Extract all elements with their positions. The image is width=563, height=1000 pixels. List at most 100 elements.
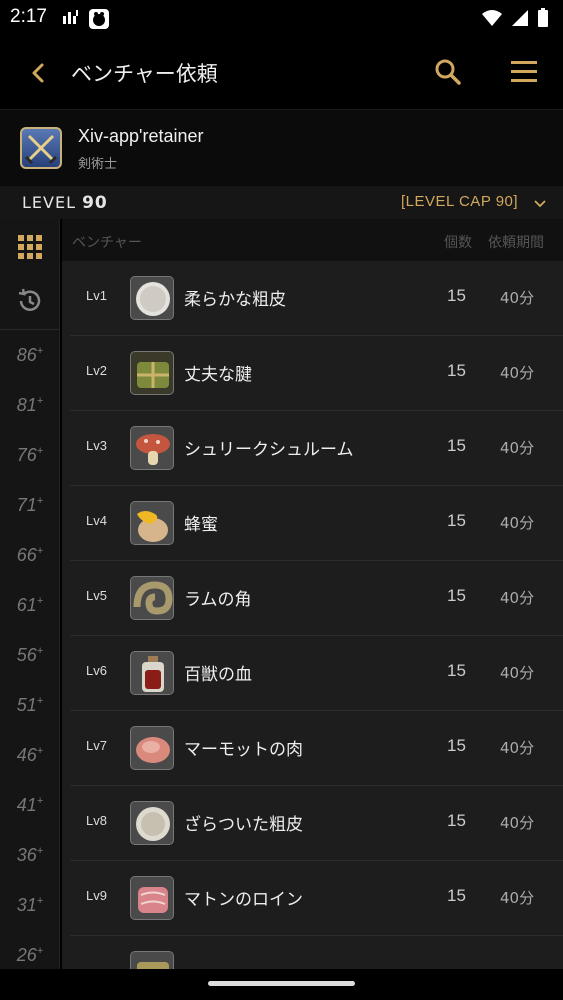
list-item[interactable]: Lv3 シュリークシュルーム 15 40分 <box>70 411 563 486</box>
item-name: 蜂蜜 <box>184 515 218 535</box>
list-item[interactable]: Lv8 ざらついた粗皮 15 40分 <box>70 786 563 861</box>
status-time: 2:17 <box>10 6 47 27</box>
status-left-icons <box>62 8 110 30</box>
meat-icon <box>130 726 174 770</box>
item-name: ラムの角 <box>184 590 252 610</box>
history-icon[interactable] <box>16 287 44 315</box>
item-duration: 40分 <box>500 589 535 607</box>
list-item[interactable]: Lv9 マトンのロイン 15 40分 <box>70 861 563 936</box>
item-level: Lv1 <box>86 288 107 303</box>
level-filter-56[interactable]: 56+ <box>0 645 60 695</box>
item-duration: 40分 <box>500 664 535 682</box>
signal-bars-icon <box>63 10 78 24</box>
item-quantity: 15 <box>447 661 466 680</box>
item-name: マトンのロイン <box>184 890 303 910</box>
back-arrow-icon[interactable] <box>24 58 54 88</box>
battery-icon <box>538 8 548 27</box>
chevron-down-icon[interactable] <box>532 196 548 212</box>
gladiator-job-icon <box>20 127 62 169</box>
item-quantity: 15 <box>447 736 466 755</box>
item-duration: 40分 <box>500 364 535 382</box>
level-bar[interactable]: LEVEL 90 [LEVEL CAP 90] <box>0 186 563 219</box>
item-duration: 40分 <box>500 739 535 757</box>
header-count: 個数 <box>444 235 472 251</box>
level-filter-46[interactable]: 46+ <box>0 745 60 795</box>
page-title: ベンチャー依頼 <box>71 62 218 86</box>
cell-signal-icon <box>512 10 528 26</box>
item-level: Lv2 <box>86 363 107 378</box>
grid-icon[interactable] <box>18 235 42 259</box>
item-quantity: 15 <box>447 811 466 830</box>
list-item[interactable]: Lv2 丈夫な腱 15 40分 <box>70 336 563 411</box>
level-value: 90 <box>82 193 108 213</box>
list-item[interactable]: Lv1 柔らかな粗皮 15 40分 <box>70 261 563 336</box>
item-duration: 40分 <box>500 514 535 532</box>
system-nav-bar <box>0 969 563 1000</box>
level-filter-41[interactable]: 41+ <box>0 795 60 845</box>
mushroom-icon <box>130 426 174 470</box>
list-item[interactable] <box>70 936 563 969</box>
item-level: Lv5 <box>86 588 107 603</box>
level-filter-51[interactable]: 51+ <box>0 695 60 745</box>
list-item[interactable]: Lv5 ラムの角 15 40分 <box>70 561 563 636</box>
level-display: LEVEL 90 <box>22 193 108 213</box>
hamburger-menu-icon[interactable] <box>508 56 540 88</box>
item-name: ざらついた粗皮 <box>184 815 303 835</box>
item-quantity: 15 <box>447 586 466 605</box>
mutton-loin-icon <box>130 876 174 920</box>
item-name: 柔らかな粗皮 <box>184 290 286 310</box>
item-quantity: 15 <box>447 511 466 530</box>
item-name: 丈夫な腱 <box>184 365 252 385</box>
item-level: Lv3 <box>86 438 107 453</box>
item-quantity: 15 <box>447 286 466 305</box>
retainer-header[interactable]: Xiv-app'retainer 剣術士 <box>0 110 563 186</box>
item-name: マーモットの肉 <box>184 740 303 760</box>
app-bar: ベンチャー依頼 <box>0 36 563 110</box>
level-filter-66[interactable]: 66+ <box>0 545 60 595</box>
item-level: Lv6 <box>86 663 107 678</box>
app-notification-icon <box>89 9 109 29</box>
item-duration: 40分 <box>500 439 535 457</box>
item-level: Lv8 <box>86 813 107 828</box>
retainer-name: Xiv-app'retainer <box>78 126 204 146</box>
item-level: Lv9 <box>86 888 107 903</box>
home-gesture-bar[interactable] <box>208 981 355 986</box>
level-filter-86[interactable]: 86+ <box>0 345 60 395</box>
item-level: Lv4 <box>86 513 107 528</box>
rough-hide-icon <box>130 801 174 845</box>
search-icon[interactable] <box>432 56 464 88</box>
level-filter-71[interactable]: 71+ <box>0 495 60 545</box>
item-quantity: 15 <box>447 361 466 380</box>
blood-vial-icon <box>130 651 174 695</box>
status-bar: 2:17 <box>0 0 563 36</box>
header-venture: ベンチャー <box>72 235 142 251</box>
venture-list: Lv1 柔らかな粗皮 15 40分 Lv2 丈夫な腱 15 40分 Lv3 シュ… <box>62 261 563 969</box>
level-filter-61[interactable]: 61+ <box>0 595 60 645</box>
item-duration: 40分 <box>500 289 535 307</box>
item-level: Lv7 <box>86 738 107 753</box>
level-filter-sidebar: 86+ 81+ 76+ 71+ 66+ 61+ 56+ 51+ 46+ 41+ … <box>0 219 60 969</box>
partial-item-icon <box>130 951 174 969</box>
sidebar-divider <box>0 329 60 330</box>
item-quantity: 15 <box>447 886 466 905</box>
level-filter-list: 86+ 81+ 76+ 71+ 66+ 61+ 56+ 51+ 46+ 41+ … <box>0 345 60 995</box>
item-quantity: 15 <box>447 436 466 455</box>
list-item[interactable]: Lv6 百獣の血 15 40分 <box>70 636 563 711</box>
wifi-icon <box>482 10 502 26</box>
item-duration: 40分 <box>500 889 535 907</box>
level-filter-31[interactable]: 31+ <box>0 895 60 945</box>
list-item[interactable]: Lv7 マーモットの肉 15 40分 <box>70 711 563 786</box>
item-name: 百獣の血 <box>184 665 252 685</box>
item-duration: 40分 <box>500 814 535 832</box>
level-cap: [LEVEL CAP 90] <box>401 193 519 210</box>
level-filter-76[interactable]: 76+ <box>0 445 60 495</box>
list-item[interactable]: Lv4 蜂蜜 15 40分 <box>70 486 563 561</box>
level-filter-81[interactable]: 81+ <box>0 395 60 445</box>
retainer-job: 剣術士 <box>78 157 118 172</box>
sinew-bundle-icon <box>130 351 174 395</box>
level-filter-36[interactable]: 36+ <box>0 845 60 895</box>
item-name: シュリークシュルーム <box>184 440 354 460</box>
ram-horn-icon <box>130 576 174 620</box>
status-right-icons <box>481 8 549 28</box>
soft-hide-icon <box>130 276 174 320</box>
